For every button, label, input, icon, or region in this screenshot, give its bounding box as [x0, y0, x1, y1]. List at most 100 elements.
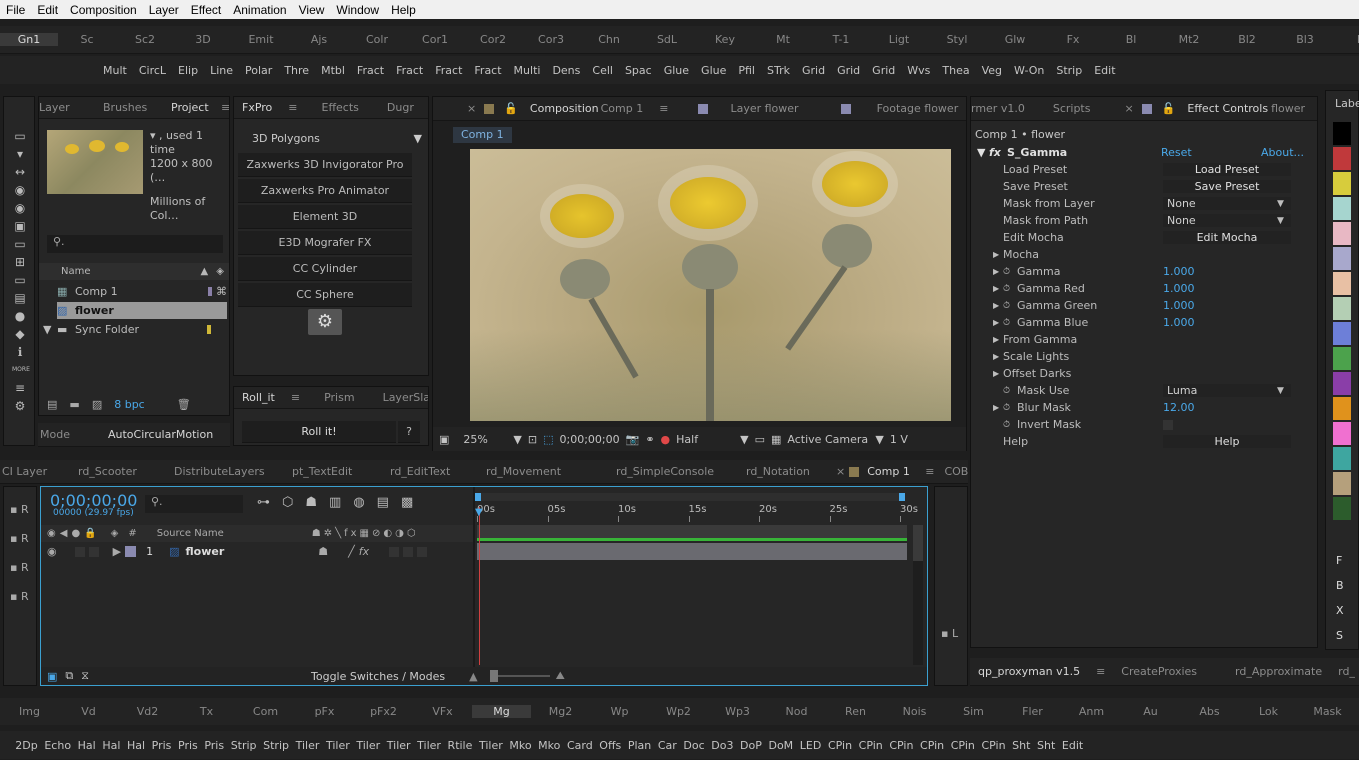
stopwatch-icon[interactable]: ⏱ [1003, 267, 1017, 277]
disclosure-icon[interactable]: ▼ [43, 323, 57, 336]
bottom-effect-echo[interactable]: Echo [41, 739, 74, 752]
property-value[interactable]: Help [1163, 435, 1291, 448]
lock-icon[interactable]: 🔓 [1158, 102, 1180, 115]
proxy-tab-2[interactable]: rd_Approximate [1227, 665, 1330, 678]
project-search-input[interactable]: ⚲. [47, 235, 223, 253]
plus-icon[interactable]: ⊞ [12, 253, 28, 271]
effect-button-polar[interactable]: Polar [239, 64, 278, 77]
label-letter-f[interactable]: F [1336, 554, 1342, 567]
bottom-workspace-mask[interactable]: Mask [1298, 705, 1357, 718]
label-color-swatch[interactable] [1333, 222, 1351, 245]
effect-button-dens[interactable]: Dens [546, 64, 586, 77]
bottom-workspace-pfx[interactable]: pFx [295, 705, 354, 718]
folder-icon[interactable]: ▭ [12, 127, 28, 145]
label-color-swatch[interactable] [1333, 397, 1351, 420]
effect-button-thre[interactable]: Thre [278, 64, 315, 77]
always-preview-icon[interactable]: ▣ [439, 433, 449, 446]
roll-it-button[interactable]: Roll it! [242, 421, 396, 443]
mask-visibility-icon[interactable]: ⬚ [543, 433, 553, 446]
stopwatch-icon[interactable]: ⏱ [1003, 284, 1017, 294]
current-time-indicator[interactable] [479, 507, 480, 665]
bottom-workspace-pfx2[interactable]: pFx2 [354, 705, 413, 718]
label-icon[interactable]: ◈ [216, 266, 224, 277]
effect-button-thea[interactable]: Thea [936, 64, 975, 77]
bottom-effect-pris[interactable]: Pris [201, 739, 227, 752]
workspace-tab-cor3[interactable]: Cor3 [522, 33, 580, 46]
chevron-down-icon[interactable]: ▼ [740, 433, 748, 446]
label-color-swatch[interactable] [1333, 422, 1351, 445]
label-icon[interactable]: ◈ [111, 528, 119, 539]
tab-scripts[interactable]: Scripts [1045, 102, 1099, 115]
trash-icon[interactable]: 🗑 [177, 398, 191, 411]
bottom-effect-tiler[interactable]: Tiler [323, 739, 353, 752]
bottom-effect-edit[interactable]: Edit [1059, 739, 1087, 752]
workspace-tab-cor1[interactable]: Cor1 [406, 33, 464, 46]
effect-button-strip[interactable]: Strip [1050, 64, 1088, 77]
workspace-tab-gn1[interactable]: Gn1 [0, 33, 58, 46]
panel-menu-icon[interactable]: ≡ [213, 101, 229, 114]
composition-flowchart-icon[interactable]: ⊶ [257, 495, 270, 510]
property-value[interactable]: 12.00 [1163, 401, 1195, 414]
resolution-dropdown[interactable]: Half [676, 433, 734, 446]
disclosure-icon[interactable]: ▶ [993, 335, 1003, 344]
draft-3d-icon[interactable]: ⬡ [282, 495, 293, 510]
shy-switch-icon[interactable]: ☗ [318, 545, 328, 558]
film-icon[interactable]: ▤ [12, 289, 28, 307]
bottom-effect-pris[interactable]: Pris [175, 739, 201, 752]
workspace-tab-t-1[interactable]: T-1 [812, 33, 870, 46]
tab-autocircularmotion[interactable]: AutoCircularMotion [100, 428, 221, 441]
frame-blending-icon[interactable]: ▥ [329, 495, 341, 510]
stopwatch-icon[interactable]: ⏱ [1003, 403, 1017, 413]
menu-item-effect[interactable]: Effect [185, 3, 227, 17]
panel-menu-icon[interactable]: ≡ [283, 391, 308, 404]
workspace-tab-bl2[interactable]: Bl2 [1218, 33, 1276, 46]
reset-link[interactable]: Reset [1161, 146, 1192, 159]
bottom-effect-cpin[interactable]: CPin [978, 739, 1009, 752]
workspace-tab-ps[interactable]: Ps [1334, 33, 1359, 46]
property-value[interactable]: 1.000 [1163, 282, 1195, 295]
effect-button-line[interactable]: Line [204, 64, 239, 77]
solo-box[interactable] [74, 546, 85, 557]
stopwatch-icon[interactable]: ⏱ [1003, 301, 1017, 311]
effect-button-cell[interactable]: Cell [586, 64, 619, 77]
bottom-effect-hal[interactable]: Hal [74, 739, 99, 752]
solo-toggle-icon[interactable]: ● [71, 528, 80, 539]
switches-header-icons[interactable]: ☗✲╲fx▦⊘◐◑⬡ [312, 528, 419, 539]
workspace-tab-key[interactable]: Key [696, 33, 754, 46]
fxpro-button-3[interactable]: Element 3D [238, 205, 412, 229]
label-color-swatch[interactable] [1333, 297, 1351, 320]
disclosure-icon[interactable]: ▶ [993, 250, 1003, 259]
channel-icon[interactable]: ● [661, 433, 671, 446]
settings-gear-icon[interactable]: ⚙ [308, 309, 342, 335]
effect-button-circl[interactable]: CircL [133, 64, 172, 77]
bottom-workspace-mg[interactable]: Mg [472, 705, 531, 718]
bottom-workspace-au[interactable]: Au [1121, 705, 1180, 718]
transfer-controls-icon[interactable]: ⧉ [65, 669, 73, 683]
bottom-workspace-abs[interactable]: Abs [1180, 705, 1239, 718]
label-color-swatch[interactable] [1333, 197, 1351, 220]
zoom-slider[interactable] [489, 670, 550, 682]
effect-button-glue[interactable]: Glue [695, 64, 732, 77]
bottom-effect-cpin[interactable]: CPin [855, 739, 886, 752]
disclosure-icon[interactable]: ▶ [993, 301, 1003, 310]
motion-blur-icon[interactable]: ◍ [353, 495, 364, 510]
bottom-effect-tiler[interactable]: Tiler [383, 739, 413, 752]
tab-layer[interactable]: Layer [39, 101, 85, 114]
safe-zones-icon[interactable]: ⊡ [528, 433, 537, 446]
lock-box[interactable] [88, 546, 99, 557]
bottom-workspace-wp[interactable]: Wp [590, 705, 649, 718]
bottom-effect-cpin[interactable]: CPin [886, 739, 917, 752]
property-value[interactable]: None [1163, 214, 1291, 227]
bottom-effect-car[interactable]: Car [655, 739, 681, 752]
visibility-eye-icon[interactable]: ◉ [47, 545, 57, 558]
time-ruler[interactable]: 00s 05s 10s 15s 20s 25s 30s [475, 503, 918, 523]
layer-number-header[interactable]: # [128, 528, 136, 539]
menu-item-view[interactable]: View [293, 3, 331, 17]
effect-button-w-on[interactable]: W-On [1008, 64, 1050, 77]
bottom-effect-card[interactable]: Card [564, 739, 596, 752]
bottom-effect-dom[interactable]: DoM [765, 739, 796, 752]
proxy-tab-3[interactable]: rd_ [1330, 665, 1359, 678]
bottom-effect-doc[interactable]: Doc [680, 739, 708, 752]
bottom-workspace-tx[interactable]: Tx [177, 705, 236, 718]
label-letter-s[interactable]: S [1336, 629, 1343, 642]
